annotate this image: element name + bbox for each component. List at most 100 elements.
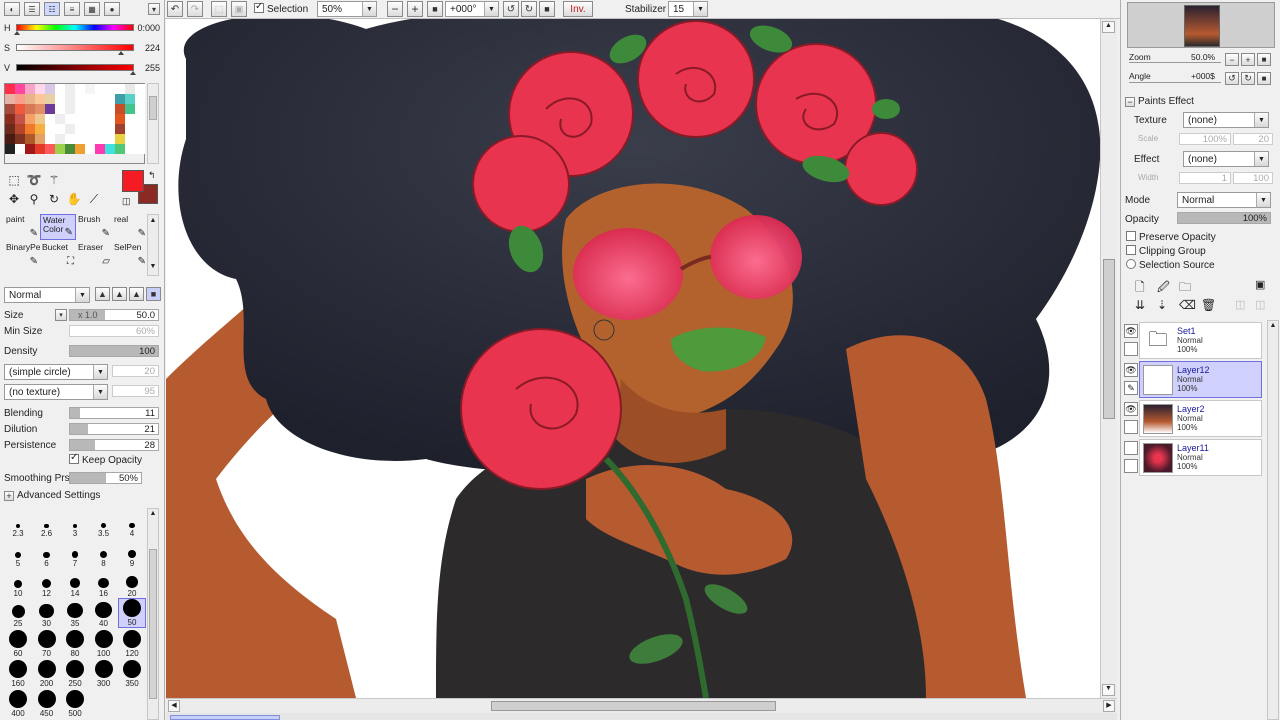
color-swatch[interactable] (75, 144, 85, 154)
color-swatch[interactable] (65, 124, 75, 134)
zoom-in-icon[interactable]: + (407, 1, 423, 17)
eye-icon[interactable] (1124, 441, 1138, 455)
color-swatch[interactable] (15, 144, 25, 154)
color-swatch-palette[interactable] (4, 83, 145, 164)
color-swatch[interactable] (115, 104, 125, 114)
color-swatch[interactable] (25, 144, 35, 154)
color-swatch[interactable] (135, 124, 145, 134)
width-strength-slider[interactable]: 100 (1233, 172, 1273, 184)
brush-shape-dropdown[interactable]: (simple circle) ▼ (4, 364, 108, 380)
color-swatch[interactable] (15, 94, 25, 104)
navigator-preview[interactable] (1127, 2, 1275, 48)
brush-size-preset[interactable]: 40 (90, 598, 118, 628)
brush-size-preset[interactable]: 70 (33, 628, 61, 658)
color-swatch[interactable] (55, 114, 65, 124)
color-swatch[interactable] (5, 144, 15, 154)
color-swatch[interactable] (95, 144, 105, 154)
color-swatch[interactable] (115, 94, 125, 104)
zoom-reset-icon[interactable]: ■ (427, 1, 443, 17)
color-swatch[interactable] (55, 104, 65, 114)
color-swatch[interactable] (115, 124, 125, 134)
brush-slot[interactable]: real ✎ (112, 214, 148, 240)
transparent-color-icon[interactable]: ◫ (122, 196, 131, 207)
invert-view-button[interactable]: Inv. (563, 1, 593, 17)
color-swatch[interactable] (135, 134, 145, 144)
color-swatch[interactable] (95, 104, 105, 114)
brush-size-preset[interactable]: 160 (4, 658, 32, 688)
lasso-icon[interactable]: ➰ (26, 172, 42, 188)
color-swatch[interactable] (25, 84, 35, 94)
zoom-icon[interactable]: ⚲ (26, 191, 42, 207)
nav-zoom-out-icon[interactable]: − (1225, 53, 1239, 66)
brush-size-preset[interactable]: 120 (118, 628, 146, 658)
color-swatch[interactable] (85, 114, 95, 124)
color-swatch[interactable] (65, 104, 75, 114)
color-swatch[interactable] (85, 124, 95, 134)
color-swatch[interactable] (85, 84, 95, 94)
advanced-settings-toggle[interactable]: + Advanced Settings (4, 490, 100, 501)
brush-size-preset[interactable]: 3.5 (90, 508, 118, 538)
color-swatch[interactable] (15, 134, 25, 144)
clear-layer-icon[interactable]: ⌫ (1179, 298, 1196, 312)
show-selection-checkbox[interactable]: Selection (254, 1, 308, 15)
brush-size-preset[interactable]: 25 (4, 598, 32, 628)
brush-size-preset[interactable]: 200 (33, 658, 61, 688)
brush-palette-scrollbar[interactable]: ▲ ▼ (147, 214, 159, 276)
new-folder-icon[interactable]: 🗀 (1179, 278, 1191, 299)
brush-size-preset[interactable]: 2.3 (4, 508, 32, 538)
eye-icon[interactable]: 👁 (1124, 324, 1138, 338)
color-swatch[interactable] (45, 94, 55, 104)
brush-slot[interactable]: paint ✎ (4, 214, 40, 240)
nav-rotate-right-icon[interactable]: ↻ (1241, 72, 1255, 85)
brush-size-preset[interactable]: 8 (90, 538, 118, 568)
color-swatch[interactable] (125, 144, 135, 154)
color-wheel-icon[interactable]: ◐ (4, 2, 20, 16)
layer-item[interactable]: Layer11 Normal 100% (1139, 439, 1262, 476)
foreground-color-swatch[interactable] (122, 170, 144, 192)
rgb-slider-icon[interactable]: ☰ (24, 2, 40, 16)
nav-rotate-left-icon[interactable]: ↺ (1225, 72, 1239, 85)
width-slider[interactable]: 1 (1179, 172, 1231, 184)
layer-lock-icon[interactable] (1124, 420, 1138, 434)
shape-medium-icon[interactable]: ▲ (112, 287, 127, 301)
brush-size-preset[interactable]: 5 (4, 538, 32, 568)
rotation-dropdown[interactable]: +000° ▼ (445, 1, 499, 17)
brush-texture-dropdown[interactable]: (no texture) ▼ (4, 384, 108, 400)
color-swatch[interactable] (45, 114, 55, 124)
color-swatch[interactable] (35, 84, 45, 94)
keep-opacity-checkbox[interactable]: Keep Opacity (69, 452, 142, 466)
color-swatch[interactable] (75, 104, 85, 114)
size-presets-scrollbar[interactable]: ▲ (147, 508, 159, 720)
paper-texture-dropdown[interactable]: (none) ▼ (1183, 112, 1269, 128)
color-swatch[interactable] (15, 114, 25, 124)
brush-size-preset[interactable]: 400 (4, 688, 32, 718)
transfer-down-icon[interactable]: ⇊ (1135, 298, 1145, 312)
brush-size-preset[interactable]: 100 (90, 628, 118, 658)
color-swatch[interactable] (25, 94, 35, 104)
color-swatch[interactable] (55, 134, 65, 144)
invert-select-icon[interactable]: ▣ (231, 1, 247, 17)
color-swatch[interactable] (125, 114, 135, 124)
color-swatch[interactable] (45, 134, 55, 144)
canvas-vertical-scrollbar[interactable]: ▲ ▼ (1100, 19, 1117, 698)
new-linework-layer-icon[interactable]: 🖉 (1157, 278, 1170, 299)
size-slider[interactable]: x 1.0 50.0 (69, 309, 159, 321)
brush-size-preset[interactable]: 350 (118, 658, 146, 688)
brush-size-preset[interactable]: 450 (33, 688, 61, 718)
magic-wand-icon[interactable]: ⚚ (46, 172, 62, 188)
layer-folder[interactable]: 🗀 Set1 Normal 100% (1139, 322, 1262, 359)
color-swatch[interactable] (105, 104, 115, 114)
color-swatch[interactable] (125, 104, 135, 114)
rect-select-icon[interactable]: ⬚ (6, 172, 22, 188)
brush-size-preset[interactable]: 12 (33, 568, 61, 598)
color-swatch[interactable] (105, 84, 115, 94)
color-swatch[interactable] (105, 94, 115, 104)
brush-size-preset[interactable]: 500 (61, 688, 89, 718)
color-swatch[interactable] (45, 84, 55, 94)
value-slider[interactable] (16, 64, 136, 75)
layer-lock-icon[interactable] (1124, 342, 1138, 356)
blend-mode-dropdown[interactable]: Normal ▼ (4, 287, 90, 303)
brush-size-preset[interactable]: 14 (61, 568, 89, 598)
eye-icon[interactable]: 👁 (1124, 363, 1138, 377)
color-swatch[interactable] (65, 84, 75, 94)
